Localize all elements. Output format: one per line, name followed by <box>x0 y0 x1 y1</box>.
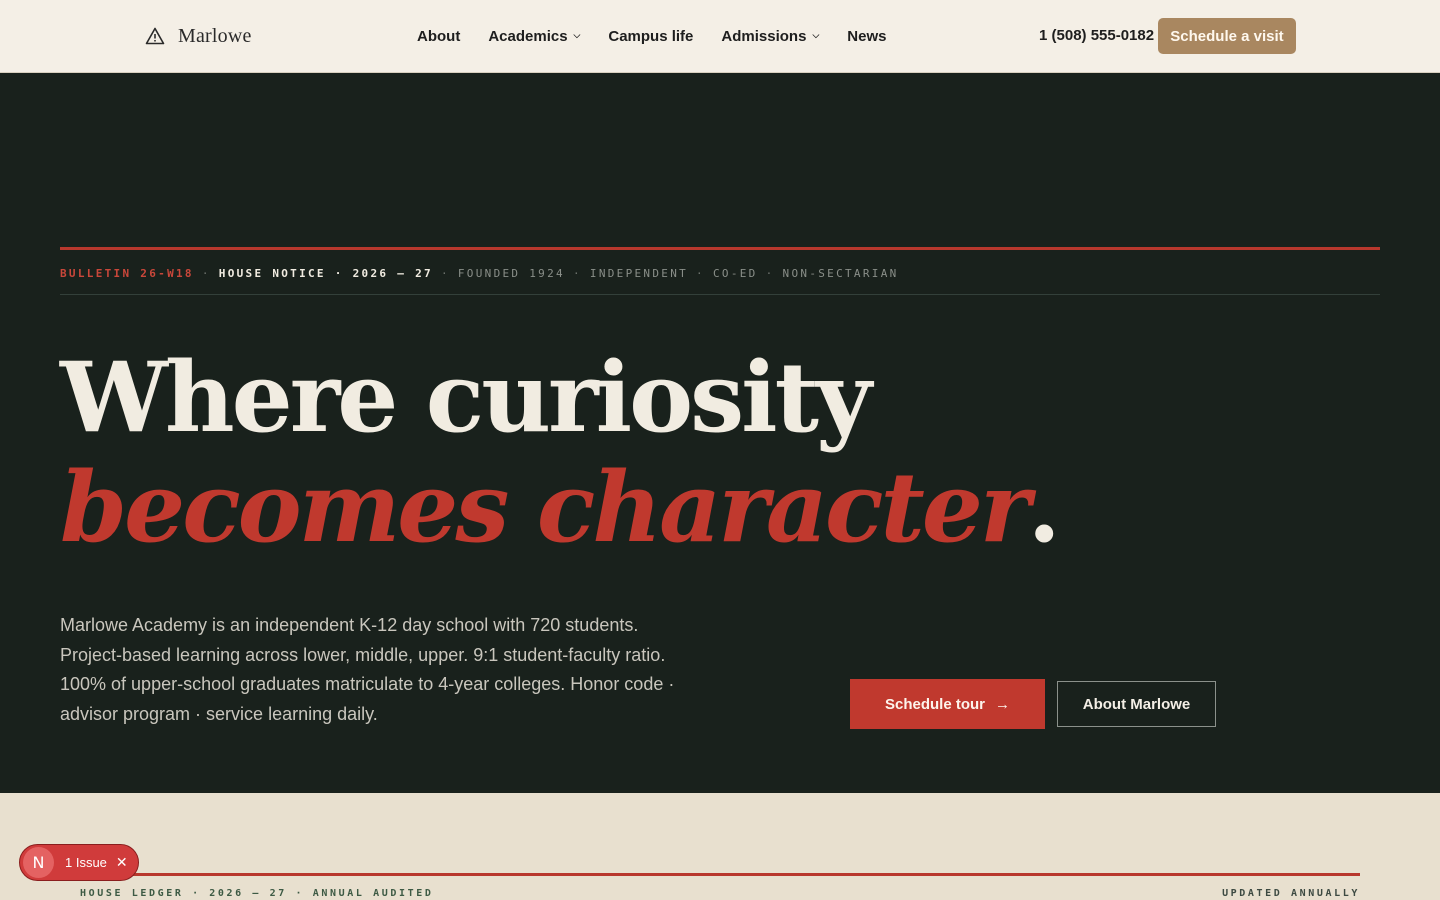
nav-news[interactable]: News <box>847 28 886 45</box>
nav-about[interactable]: About <box>417 28 460 45</box>
hero-section: BULLETIN 26-W18 · HOUSE NOTICE · 2026 — 27… <box>0 73 1440 793</box>
main-nav: About Academics ⌵ Campus life Admissions ⌵… <box>417 26 914 46</box>
nav-about-label: About <box>417 27 461 45</box>
bulletin-id: BULLETIN 26-W18 <box>60 267 194 280</box>
warning-triangle-icon <box>145 26 165 46</box>
hero-lede: Marlowe Academy is an independent K-12 d… <box>60 615 675 724</box>
about-marlowe-button[interactable]: About Marlowe <box>1057 681 1216 727</box>
nav-academics[interactable]: Academics ⌵ <box>488 28 580 45</box>
brand-logo[interactable]: Marlowe <box>145 22 252 50</box>
hero-headline: Where curiosity becomes character. <box>60 341 1061 564</box>
schedule-tour-label: Schedule tour <box>884 695 985 713</box>
headline-period: . <box>1027 451 1061 564</box>
chevron-down-icon: ⌵ <box>812 29 820 40</box>
bulletin-divider <box>60 294 1380 295</box>
meta-independent: INDEPENDENT <box>589 267 689 280</box>
nav-admissions[interactable]: Admissions ⌵ <box>721 28 819 45</box>
hero-top-rule <box>60 247 1380 250</box>
issue-toast[interactable]: N 1 Issue ✕ <box>19 844 139 881</box>
headline-line-1: Where curiosity <box>60 341 872 454</box>
arrow-right-icon: → <box>995 695 1010 713</box>
phone-link[interactable]: 1 (508) 555-0182 <box>1039 27 1154 44</box>
headline-line-2-text: becomes character <box>60 451 1030 564</box>
meta-nonsectarian: NON-SECTARIAN <box>782 267 899 280</box>
separator-dot: · <box>201 267 211 280</box>
chevron-down-icon: ⌵ <box>573 29 581 40</box>
schedule-tour-button[interactable]: Schedule tour → <box>850 679 1045 729</box>
nav-admissions-label: Admissions <box>721 27 807 45</box>
issue-count-label: 1 Issue <box>65 855 107 870</box>
close-icon[interactable]: ✕ <box>116 854 128 871</box>
nav-campus-life[interactable]: Campus life <box>608 28 693 45</box>
separator-dot: · <box>696 267 705 280</box>
nav-campus-life-label: Campus life <box>608 27 694 45</box>
ledger-top-rule <box>80 873 1360 876</box>
ledger-heading: HOUSE LEDGER · 2026 — 27 · ANNUAL AUDITE… <box>80 888 434 899</box>
meta-founded: FOUNDED 1924 <box>457 267 565 280</box>
meta-coed: CO-ED <box>712 267 758 280</box>
ledger-updated-label: UPDATED ANNUALLY <box>1222 888 1360 899</box>
nav-academics-label: Academics <box>488 27 568 45</box>
headline-line-2: becomes character. <box>60 451 1061 564</box>
house-notice: HOUSE NOTICE · 2026 — 27 <box>218 267 433 280</box>
separator-dot: · <box>572 267 582 280</box>
nav-news-label: News <box>847 27 887 45</box>
schedule-visit-button[interactable]: Schedule a visit <box>1158 18 1296 54</box>
bulletin-strip: BULLETIN 26-W18 · HOUSE NOTICE · 2026 — 27… <box>60 267 899 280</box>
separator-dot: · <box>440 267 450 280</box>
separator-dot: · <box>765 267 775 280</box>
site-header: Marlowe About Academics ⌵ Campus life Adm… <box>0 0 1440 73</box>
issue-badge: N <box>23 847 54 878</box>
brand-name: Marlowe <box>178 24 252 47</box>
